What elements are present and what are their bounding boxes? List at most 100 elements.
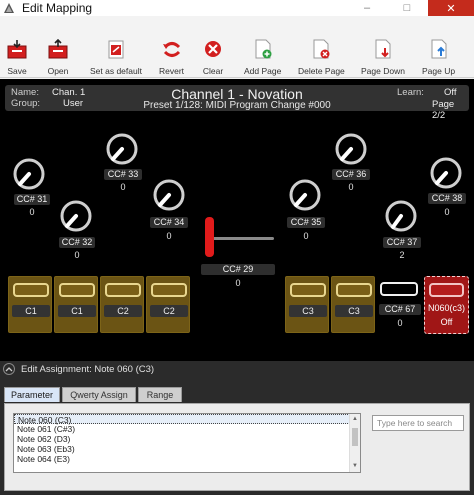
pad-6[interactable]: C3 [331, 276, 375, 333]
tab-range[interactable]: Range [138, 387, 182, 402]
cc67-value: 0 [397, 318, 403, 328]
scroll-down-icon[interactable]: ▼ [350, 461, 360, 471]
toolbar: Save Open Set as default Revert Clear Ad… [0, 16, 474, 78]
tab-parameter[interactable]: Parameter [4, 387, 60, 402]
knob-cc31-label: CC# 31 [14, 194, 50, 205]
delete-page-button[interactable]: Delete Page [298, 38, 345, 76]
knob-cc35-value: 0 [303, 231, 309, 241]
knob-cc31[interactable] [12, 157, 46, 191]
page-down-button[interactable]: Page Down [361, 38, 405, 76]
edit-assignment-bar: Edit Assignment: Note 060 (C3) [0, 361, 474, 377]
knob-cc37-label: CC# 37 [383, 237, 421, 248]
knob-cc35[interactable] [288, 178, 322, 212]
pad-3-button[interactable] [105, 283, 141, 297]
knob-cc37-value: 2 [399, 250, 405, 260]
clear-label: Clear [202, 66, 224, 76]
knob-cc33-value: 0 [120, 182, 126, 192]
pad-4-button[interactable] [151, 283, 187, 297]
revert-label: Revert [159, 66, 185, 76]
knob-cc34[interactable] [152, 178, 186, 212]
controller-panel: Name: Chan. 1 Group: User Channel 1 - No… [0, 79, 474, 361]
fader-track [210, 237, 274, 240]
list-item[interactable]: Note 064 (E3) [14, 454, 360, 464]
knob-cc34-value: 0 [166, 231, 172, 241]
cc67-label: CC# 67 [379, 304, 421, 315]
note-c3-pad[interactable]: N060(c3) Off [424, 276, 469, 334]
fader-label: CC# 29 [201, 264, 275, 275]
minimize-button[interactable]: – [352, 0, 382, 16]
revert-button[interactable]: Revert [159, 38, 184, 76]
pad-1[interactable]: C1 [8, 276, 52, 333]
knob-cc32-value: 0 [74, 250, 80, 260]
pad-6-button[interactable] [336, 283, 372, 297]
scroll-thumb[interactable] [352, 428, 358, 446]
add-page-button[interactable]: Add Page [244, 38, 281, 76]
add-page-label: Add Page [244, 66, 282, 76]
pad-4-label: C2 [150, 305, 188, 317]
assignment-panel: Note 060 (C3) Note 061 (C#3) Note 062 (D… [0, 403, 474, 495]
app-icon [2, 1, 16, 15]
fader-value: 0 [235, 278, 241, 288]
delete-page-icon [310, 38, 332, 60]
page-up-button[interactable]: Page Up [422, 38, 455, 76]
clear-icon [202, 38, 224, 60]
knob-cc36[interactable] [334, 132, 368, 166]
knob-cc34-label: CC# 34 [150, 217, 188, 228]
pad-1-button[interactable] [13, 283, 49, 297]
page-up-label: Page Up [422, 66, 456, 76]
knob-cc35-label: CC# 35 [287, 217, 325, 228]
maximize-button[interactable]: □ [392, 0, 422, 16]
pad-3[interactable]: C2 [100, 276, 144, 333]
mapping-header: Name: Chan. 1 Group: User Channel 1 - No… [5, 85, 469, 121]
pad-3-label: C2 [104, 305, 142, 317]
list-item[interactable]: Note 063 (Eb3) [14, 444, 360, 454]
knob-cc38[interactable] [429, 156, 463, 190]
close-button[interactable]: ✕ [428, 0, 474, 16]
clear-button[interactable]: Clear [202, 38, 224, 76]
page-down-label: Page Down [361, 66, 405, 76]
assignment-tabs: Parameter Qwerty Assign Range [0, 377, 474, 403]
edit-assignment-title: Edit Assignment: Note 060 (C3) [21, 363, 155, 375]
add-page-icon [252, 38, 274, 60]
knob-cc33[interactable] [105, 132, 139, 166]
pad-5[interactable]: C3 [285, 276, 329, 333]
knob-cc32[interactable] [59, 199, 93, 233]
pad-2[interactable]: C1 [54, 276, 98, 333]
knob-cc33-label: CC# 33 [104, 169, 142, 180]
list-item[interactable]: Note 062 (D3) [14, 434, 360, 444]
knob-cc38-label: CC# 38 [428, 193, 466, 204]
knob-cc32-label: CC# 32 [59, 237, 95, 248]
list-item[interactable]: Note 060 (C3) [14, 414, 360, 425]
open-button[interactable]: Open [47, 38, 69, 76]
search-input[interactable]: Type here to search [372, 415, 464, 431]
note-c3-button[interactable] [429, 283, 464, 297]
pad-4[interactable]: C2 [146, 276, 190, 333]
delete-page-label: Delete Page [298, 66, 345, 76]
save-label: Save [7, 66, 27, 76]
learn-value[interactable]: Off [444, 87, 457, 98]
fader-handle[interactable] [205, 217, 214, 257]
pad-5-button[interactable] [290, 283, 326, 297]
chevron-up-icon[interactable] [3, 363, 15, 375]
pad-2-button[interactable] [59, 283, 95, 297]
knob-cc37[interactable] [384, 199, 418, 233]
list-scrollbar[interactable]: ▲ ▼ [349, 414, 360, 472]
note-c3-label: N060(c3) [427, 303, 465, 313]
parameter-tab-content: Note 060 (C3) Note 061 (C#3) Note 062 (D… [4, 403, 470, 491]
parameter-list[interactable]: Note 060 (C3) Note 061 (C#3) Note 062 (D… [13, 413, 361, 473]
tab-qwerty-assign[interactable]: Qwerty Assign [62, 387, 136, 402]
edit-mapping-window: Edit Mapping – □ ✕ Save Open Set as defa… [0, 0, 474, 495]
cc67-toggle[interactable] [380, 282, 418, 296]
set-default-button[interactable]: Set as default [90, 38, 142, 76]
knob-cc36-label: CC# 36 [332, 169, 370, 180]
scroll-up-icon[interactable]: ▲ [350, 414, 360, 424]
set-default-label: Set as default [90, 66, 142, 76]
save-button[interactable]: Save [6, 38, 28, 76]
title-bar: Edit Mapping – □ ✕ [0, 0, 474, 16]
knob-cc38-value: 0 [444, 207, 450, 217]
pad-5-label: C3 [289, 305, 327, 317]
list-item[interactable]: Note 061 (C#3) [14, 424, 360, 434]
open-label: Open [47, 66, 69, 76]
knob-cc31-value: 0 [29, 207, 35, 217]
pad-1-label: C1 [12, 305, 50, 317]
